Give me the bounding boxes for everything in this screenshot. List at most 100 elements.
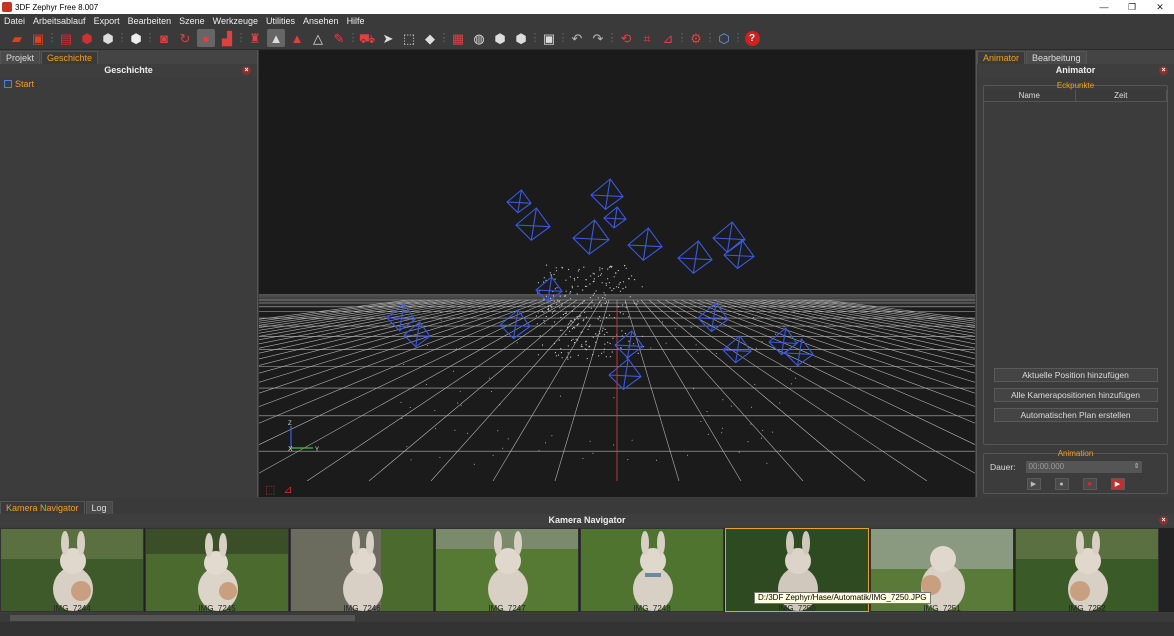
menu-szene[interactable]: Szene: [175, 16, 209, 26]
mesh-tri-icon[interactable]: ▲: [267, 29, 285, 47]
tab-projekt[interactable]: Projekt: [0, 51, 41, 64]
select-tool-icon[interactable]: ⬚: [265, 483, 275, 496]
close-window-button[interactable]: ✕: [1146, 2, 1174, 13]
camera-thumbnail[interactable]: IMG_7248: [580, 528, 724, 612]
scrollbar-thumb[interactable]: [10, 615, 355, 621]
cloud-point: [628, 278, 630, 280]
transform-icon[interactable]: ◆: [421, 29, 439, 47]
camera-thumbnail[interactable]: IMG_7245: [145, 528, 289, 612]
duration-input[interactable]: 00:00.000 ⇕: [1025, 461, 1142, 473]
sphere-grid-icon[interactable]: ◍: [470, 29, 488, 47]
open-icon[interactable]: ▰: [8, 29, 26, 47]
image-icon[interactable]: ▣: [540, 29, 558, 47]
column-zeit[interactable]: Zeit: [1076, 90, 1167, 101]
cloud-point: [570, 339, 573, 341]
mesh-tri-red-icon[interactable]: ▲: [288, 29, 306, 47]
pipeline-icon[interactable]: ▤: [57, 29, 75, 47]
stop-icon[interactable]: ■: [1082, 478, 1097, 490]
point-icon[interactable]: ●: [197, 29, 215, 47]
camera-icon[interactable]: ♜: [246, 29, 264, 47]
menu-export[interactable]: Export: [90, 16, 124, 26]
minimize-button[interactable]: —: [1090, 2, 1118, 12]
column-name[interactable]: Name: [984, 90, 1076, 101]
screenshot-icon[interactable]: ◙: [155, 29, 173, 47]
grid-line: [624, 299, 680, 481]
help-icon[interactable]: ?: [743, 29, 761, 47]
cloud-point: [599, 274, 602, 276]
undo-icon[interactable]: ↶: [568, 29, 586, 47]
cloud-point: [665, 342, 667, 344]
menu-werkzeuge[interactable]: Werkzeuge: [209, 16, 262, 26]
mesh-wire-icon[interactable]: △: [309, 29, 327, 47]
grid-line: [664, 299, 975, 474]
cloud-point: [624, 332, 626, 335]
orbit-icon[interactable]: ⟲: [617, 29, 635, 47]
camera-thumbnail[interactable]: IMG_7246: [290, 528, 434, 612]
rotate-icon[interactable]: ↻: [176, 29, 194, 47]
bbox-icon[interactable]: ⛟: [358, 29, 376, 47]
grid-line: [368, 299, 586, 481]
tab-bearbeitung[interactable]: Bearbeitung: [1026, 51, 1087, 64]
cloud-point: [738, 314, 740, 316]
mesh-icon[interactable]: ⬢: [99, 29, 117, 47]
close-icon[interactable]: ×: [242, 66, 251, 75]
create-auto-plan-button[interactable]: Automatischen Plan erstellen: [993, 408, 1158, 422]
window-title: 3DF Zephyr Free 8.007: [15, 2, 99, 12]
menu-hilfe[interactable]: Hilfe: [343, 16, 369, 26]
save-icon[interactable]: ▣: [29, 29, 47, 47]
menu-arbeitsablauf[interactable]: Arbeitsablauf: [29, 16, 90, 26]
viewcube-icon[interactable]: ⬡: [715, 29, 733, 47]
grid-line: [259, 299, 466, 337]
cube-icon[interactable]: ⬢: [491, 29, 509, 47]
toolbar: ▰ ▣ ⋮ ▤ ⬢ ⬢ ⋮ ⬢ ⋮ ◙ ↻ ● ▟ ⋮ ♜ ▲ ▲ △ ✎ ⋮ …: [0, 27, 1174, 50]
cube2-icon[interactable]: ⬢: [512, 29, 530, 47]
measure-icon[interactable]: ⊿: [659, 29, 677, 47]
tab-geschichte[interactable]: Geschichte: [41, 51, 99, 64]
cloud-point: [606, 317, 608, 319]
scene-canvas[interactable]: Z X Y: [259, 50, 975, 481]
pause-icon[interactable]: ●: [1054, 478, 1069, 490]
cloud-point: [575, 338, 577, 340]
history-item-start[interactable]: Start: [4, 79, 253, 89]
close-icon[interactable]: ×: [1159, 516, 1168, 525]
tab-animator[interactable]: Animator: [977, 51, 1026, 64]
cloud-point: [590, 275, 592, 277]
close-icon[interactable]: ×: [1159, 66, 1168, 75]
camera-thumbnail[interactable]: IMG_7244: [0, 528, 144, 612]
select-icon[interactable]: ⬚: [400, 29, 418, 47]
cloud-point: [457, 402, 459, 404]
camera-thumbnail[interactable]: IMG_7247: [435, 528, 579, 612]
dense-cloud-icon[interactable]: ⬢: [78, 29, 96, 47]
keyframes-list[interactable]: [984, 102, 1167, 362]
grid-icon[interactable]: ▦: [449, 29, 467, 47]
menu-utilities[interactable]: Utilities: [262, 16, 299, 26]
split-icon[interactable]: ▟: [218, 29, 236, 47]
toolbar-separator: ⋮: [704, 31, 716, 44]
brush-icon[interactable]: ✎: [330, 29, 348, 47]
menu-bearbeiten[interactable]: Bearbeiten: [124, 16, 176, 26]
thumbnail-scrollbar[interactable]: [0, 614, 1174, 622]
measure-tool-icon[interactable]: ⊿: [283, 483, 292, 496]
maximize-button[interactable]: ❐: [1118, 2, 1146, 13]
camera-thumbnail[interactable]: IMG_7252: [1015, 528, 1159, 612]
menu-ansehen[interactable]: Ansehen: [299, 16, 343, 26]
textured-mesh-icon[interactable]: ⬢: [127, 29, 145, 47]
spinner-icon[interactable]: ⇕: [1134, 461, 1140, 473]
menu-datei[interactable]: Datei: [0, 16, 29, 26]
pointer-icon[interactable]: ➤: [379, 29, 397, 47]
cloud-point: [589, 440, 591, 442]
settings-icon[interactable]: ⚙: [687, 29, 705, 47]
add-current-position-button[interactable]: Aktuelle Position hinzufügen: [993, 368, 1158, 382]
cloud-point: [576, 324, 578, 326]
record-video-icon[interactable]: ▶: [1110, 478, 1125, 490]
3d-viewport[interactable]: Z X Y ⬚ ⊿: [259, 50, 975, 497]
play-icon[interactable]: ▶: [1026, 478, 1041, 490]
cloud-point: [593, 278, 595, 280]
tab-kamera-navigator[interactable]: Kamera Navigator: [0, 501, 85, 514]
tab-log[interactable]: Log: [85, 501, 113, 514]
redo-icon[interactable]: ↷: [589, 29, 607, 47]
cloud-point: [603, 334, 605, 336]
crop-icon[interactable]: ⌗: [638, 29, 656, 47]
playback-controls: ▶ ● ■ ▶: [984, 476, 1167, 493]
add-all-camera-positions-button[interactable]: Alle Kamerapositionen hinzufügen: [993, 388, 1158, 402]
